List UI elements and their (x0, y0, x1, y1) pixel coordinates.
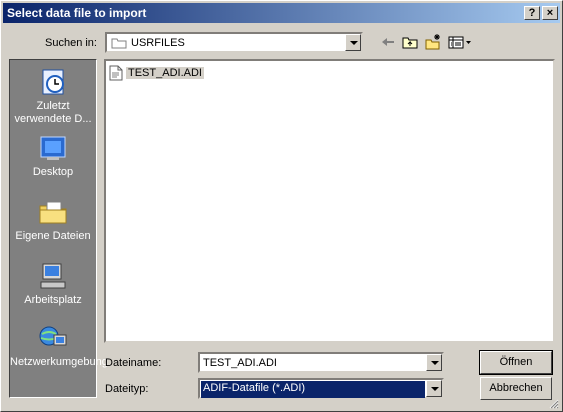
help-button[interactable]: ? (524, 6, 540, 20)
title-bar[interactable]: Select data file to import ? × (3, 3, 560, 23)
filename-label: Dateiname: (105, 357, 162, 369)
chevron-down-icon[interactable] (426, 380, 442, 397)
file-name: TEST_ADI.ADI (126, 67, 204, 79)
place-recent-label: Zuletzt verwendete D... (14, 100, 92, 125)
place-desktop[interactable]: Desktop (10, 132, 96, 179)
place-network[interactable]: Netzwerkumgebung (10, 322, 108, 369)
lookin-combo[interactable]: USRFILES (105, 32, 363, 53)
filetype-label: Dateityp: (105, 383, 149, 395)
recent-icon (42, 69, 64, 95)
chevron-down-icon[interactable] (345, 34, 361, 51)
window-title: Select data file to import (7, 6, 147, 20)
network-icon (39, 326, 67, 346)
folder-icon (111, 38, 127, 49)
place-recent[interactable]: Zuletzt verwendete D... (10, 66, 96, 126)
place-my-computer[interactable]: Arbeitsplatz (10, 260, 96, 307)
chevron-down-icon[interactable] (426, 354, 442, 371)
filename-value: TEST_ADI.ADI (203, 357, 277, 369)
file-open-dialog: Select data file to import ? × Suchen in… (0, 0, 563, 412)
desktop-icon (40, 136, 66, 160)
lookin-value: USRFILES (131, 37, 185, 49)
cancel-button[interactable]: Abbrechen (480, 377, 552, 400)
place-network-label: Netzwerkumgebung (10, 356, 108, 368)
place-desktop-label: Desktop (32, 166, 74, 178)
place-my-documents-label: Eigene Dateien (15, 230, 91, 242)
list-item[interactable]: TEST_ADI.ADI (109, 65, 204, 81)
lookin-label: Suchen in: (45, 37, 97, 49)
close-button[interactable]: × (542, 6, 558, 20)
document-icon (109, 65, 123, 81)
view-menu-icon[interactable] (447, 33, 473, 51)
file-list[interactable]: TEST_ADI.ADI (104, 59, 555, 343)
back-arrow-icon[interactable] (379, 33, 397, 51)
new-folder-icon[interactable] (424, 33, 442, 51)
place-my-documents[interactable]: Eigene Dateien (10, 196, 96, 243)
places-bar: Zuletzt verwendete D... Desktop Eigene D… (9, 59, 108, 398)
open-button[interactable]: Öffnen (479, 350, 553, 375)
place-my-computer-label: Arbeitsplatz (24, 294, 82, 306)
my-documents-icon (39, 201, 67, 224)
filetype-value: ADIF-Datafile (*.ADI) (201, 381, 425, 398)
my-computer-icon (40, 263, 66, 289)
resize-grip-icon[interactable] (547, 397, 559, 409)
filename-field[interactable]: TEST_ADI.ADI (198, 352, 444, 373)
up-folder-icon[interactable] (401, 33, 419, 51)
filetype-select[interactable]: ADIF-Datafile (*.ADI) (198, 378, 444, 399)
